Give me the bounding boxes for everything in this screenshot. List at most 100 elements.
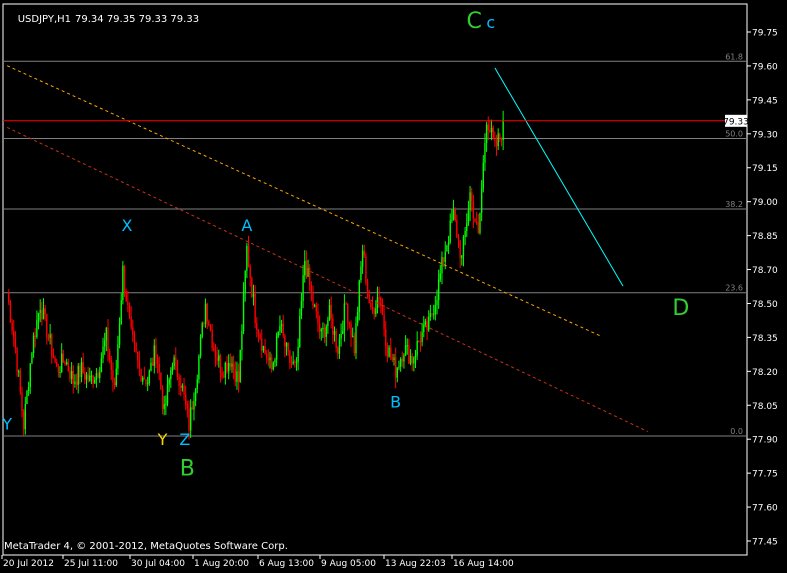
candle-body: [386, 346, 389, 357]
wave-label: Z: [179, 430, 190, 449]
price-axis-label: 79.60: [752, 62, 778, 72]
candle-body: [18, 371, 20, 373]
candle-body: [272, 362, 275, 370]
candle-body: [492, 127, 494, 138]
candle-body: [302, 275, 304, 302]
candle-body: [490, 127, 493, 133]
candle-body: [264, 345, 266, 354]
candle-body: [153, 345, 155, 366]
price-chart[interactable]: 79.75 79.60 79.45 79.30 79.15 79.00 78.85 78.70…: [0, 0, 787, 573]
candle-body: [95, 373, 98, 380]
candle-body: [80, 362, 83, 378]
candle-body: [234, 369, 236, 382]
candle-body: [284, 335, 286, 347]
trendline-channel-lower: [6, 126, 649, 433]
candle-body: [332, 318, 334, 335]
candle-body: [77, 365, 79, 385]
candle-body: [390, 347, 392, 358]
candle-body: [429, 313, 432, 317]
price-axis-label: 79.00: [752, 198, 778, 208]
candle-body: [312, 291, 314, 306]
candle-body: [122, 265, 124, 301]
price-axis-label: 78.85: [752, 232, 778, 242]
candle-body: [213, 347, 215, 351]
candle-body: [168, 379, 170, 385]
candle-body: [270, 357, 273, 370]
candle-body: [353, 335, 356, 354]
candle-body: [285, 342, 288, 347]
candle-body: [123, 265, 126, 292]
candle-body: [54, 358, 56, 363]
candle-body: [125, 291, 127, 302]
price-axis-label: 77.60: [752, 504, 778, 514]
candle-body: [262, 345, 265, 351]
candle-body: [135, 342, 137, 352]
candle-body: [216, 357, 218, 361]
candle-body: [411, 355, 413, 364]
candle-body: [327, 319, 329, 327]
candle-body: [218, 355, 220, 361]
candle-body: [317, 311, 319, 324]
candle-body: [475, 222, 478, 224]
candle-body: [211, 330, 213, 348]
candle-body: [209, 325, 212, 331]
candle-body: [140, 368, 142, 382]
chart-window[interactable]: 79.75 79.60 79.45 79.30 79.15 79.00 78.85 78.70…: [0, 0, 787, 573]
candle-body: [22, 411, 25, 430]
candle-body: [226, 362, 228, 372]
candle-body: [142, 377, 144, 382]
candle-body: [59, 371, 61, 373]
candle-body: [426, 321, 428, 331]
candle-body: [436, 299, 438, 306]
candle-body: [459, 240, 461, 259]
candle-body: [120, 300, 122, 324]
candle-body: [308, 267, 311, 286]
candle-body: [103, 340, 106, 347]
candle-body: [401, 358, 403, 362]
candle-body: [8, 292, 10, 303]
candle-body: [65, 362, 68, 365]
candle-body: [330, 305, 332, 319]
candle-body: [102, 346, 104, 359]
candle-body: [299, 316, 301, 347]
candle-body: [193, 401, 195, 410]
candle-body: [9, 302, 12, 323]
candle-body: [413, 357, 415, 364]
candle-body: [456, 220, 458, 238]
time-axis-label: 30 Jul 04:00: [131, 559, 185, 569]
candle-body: [156, 357, 159, 364]
candle-body: [196, 379, 198, 390]
candle-body: [247, 245, 250, 267]
price-axis-label: 77.90: [752, 436, 778, 446]
candle-body: [449, 220, 451, 243]
candle-body: [471, 192, 473, 202]
candle-body: [381, 305, 384, 315]
candle-body: [482, 162, 484, 189]
candle-body: [132, 327, 134, 335]
candle-body: [239, 349, 241, 382]
candle-body: [117, 344, 119, 369]
candle-body: [274, 359, 276, 363]
candle-body: [42, 308, 45, 320]
candle-body: [75, 381, 78, 385]
candle-body: [277, 331, 279, 336]
candle-body: [236, 371, 238, 382]
candle-body: [14, 337, 17, 348]
candle-body: [333, 331, 336, 335]
candle-body: [118, 323, 121, 345]
candle-body: [322, 327, 324, 330]
candle-body: [148, 370, 151, 383]
candle-body: [199, 336, 202, 356]
price-axis-label: 79.30: [752, 130, 778, 140]
candle-body: [24, 403, 27, 430]
candle-body: [432, 314, 435, 316]
candle-body: [151, 362, 154, 366]
candle-body: [26, 390, 28, 404]
candle-body: [34, 335, 36, 337]
candle-body: [489, 130, 491, 133]
candle-body: [231, 363, 233, 367]
candle-body: [237, 371, 240, 382]
candle-body: [146, 382, 149, 385]
candle-body: [294, 361, 296, 363]
candle-body: [21, 392, 23, 412]
